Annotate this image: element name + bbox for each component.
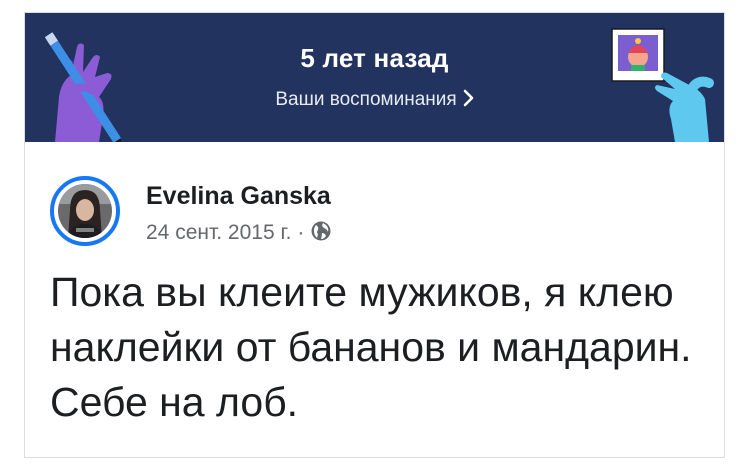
post-meta: 24 сент. 2015 г. · xyxy=(146,220,332,248)
photo-frame-icon xyxy=(611,28,665,82)
post-date[interactable]: 24 сент. 2015 г. xyxy=(146,221,291,244)
memories-banner[interactable]: 5 лет назад Ваши воспоминания xyxy=(25,13,724,142)
hand-photo-illustration xyxy=(611,28,714,142)
your-memories-label: Ваши воспоминания xyxy=(275,89,457,110)
meta-separator: · xyxy=(297,221,305,244)
memory-card: 5 лет назад Ваши воспоминания Evelina Ga… xyxy=(24,12,725,458)
globe-icon[interactable] xyxy=(310,220,332,248)
avatar[interactable] xyxy=(50,176,120,246)
post-author-name[interactable]: Evelina Ganska xyxy=(146,182,331,211)
post-header: Evelina Ganska 24 сент. 2015 г. · xyxy=(50,176,700,246)
chevron-right-icon xyxy=(463,89,474,113)
profile-photo xyxy=(58,184,112,238)
post-text: Пока вы клеите мужиков, я клею наклейки … xyxy=(50,269,692,425)
